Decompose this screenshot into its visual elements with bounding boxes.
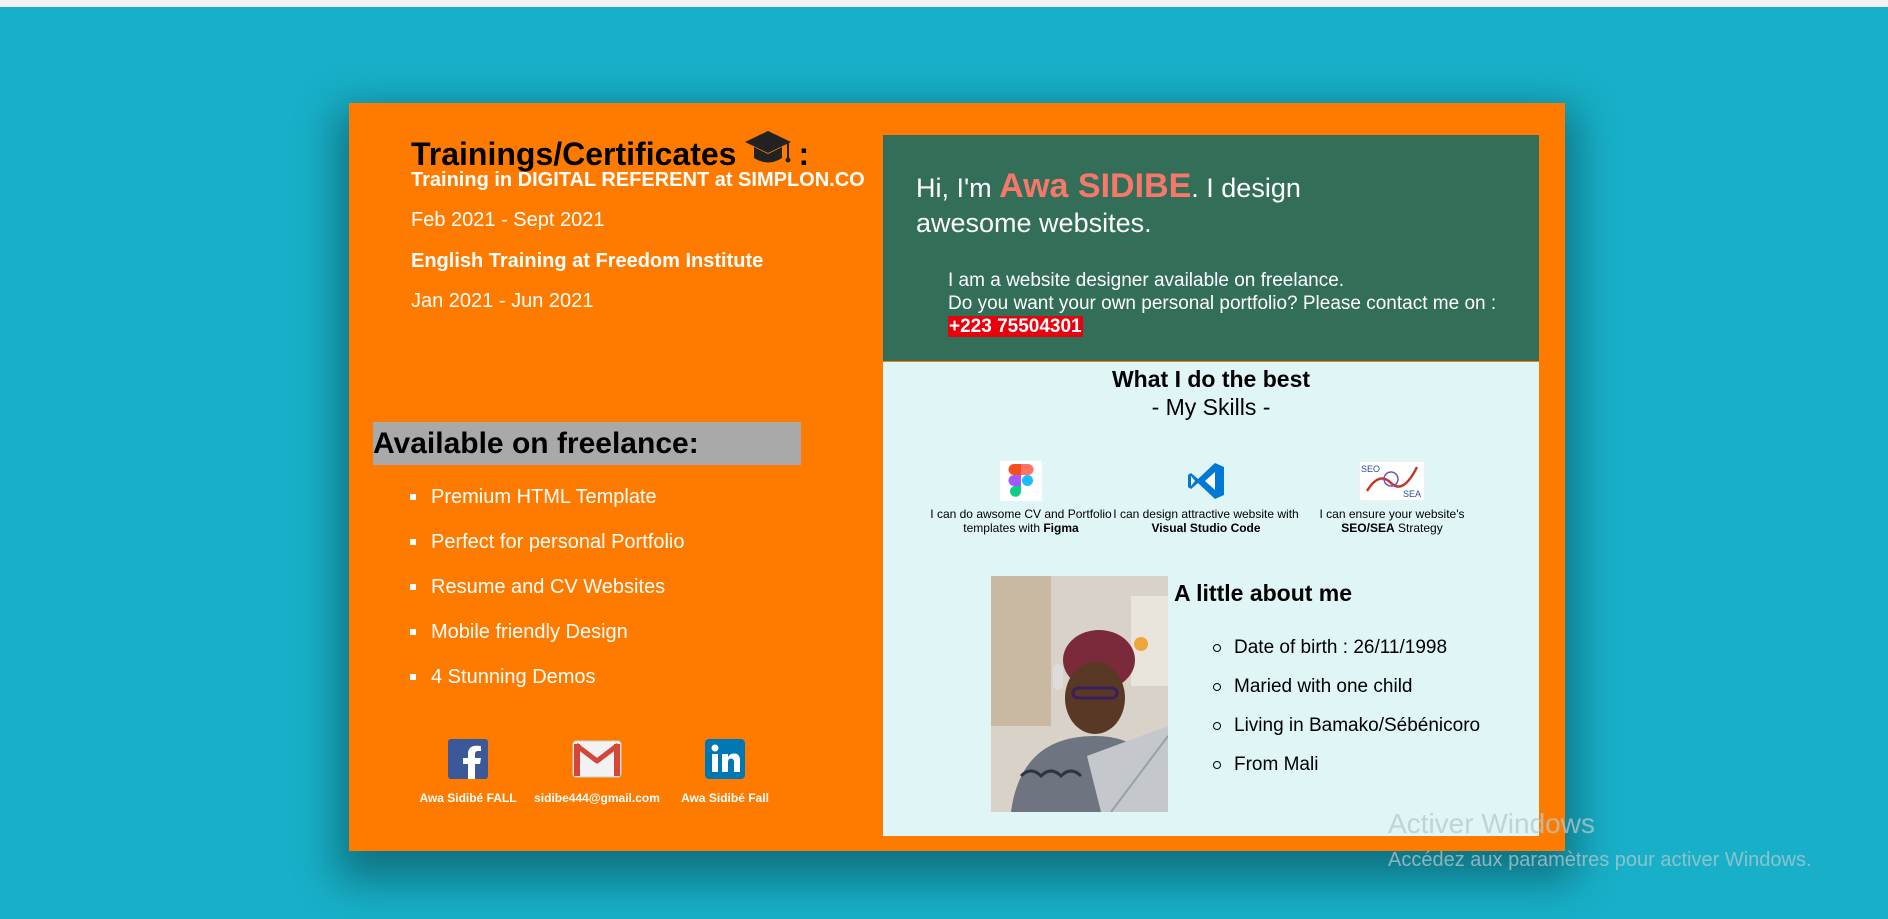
hero-panel: Hi, I'm Awa SIDIBE. I design awesome web… (883, 135, 1539, 361)
social-facebook-link[interactable]: Awa Sidibé FALL (398, 739, 538, 805)
list-item: From Mali (1213, 754, 1480, 793)
skills-title: What I do the best (1111, 366, 1311, 392)
about-title: A little about me (1174, 580, 1353, 606)
gmail-icon[interactable] (572, 739, 622, 779)
seo-sea-icon: SEO SEA (1359, 461, 1425, 501)
svg-text:SEO: SEO (1361, 464, 1380, 474)
list-item: Date of birth : 26/11/1998 (1213, 637, 1480, 676)
list-item: 4 Stunning Demos (409, 666, 684, 711)
bullet-square (410, 584, 416, 590)
portfolio-card: Trainings/Certificates : Training in DIG… (349, 103, 1565, 851)
training-2-date: Jan 2021 - Jun 2021 (411, 290, 594, 312)
bullet-circle (1213, 644, 1221, 652)
facebook-label[interactable]: Awa Sidibé FALL (398, 791, 538, 805)
trainings-heading: Trainings/Certificates : (411, 129, 809, 173)
linkedin-label[interactable]: Awa Sidibé Fall (655, 791, 795, 805)
bullet-circle (1213, 761, 1221, 769)
about-list: Date of birth : 26/11/1998 Maried with o… (1213, 637, 1480, 793)
graduation-cap-icon (745, 131, 792, 163)
freelance-heading: Available on freelance: (373, 422, 801, 465)
profile-photo-illustration (991, 576, 1168, 812)
hero-heading: Hi, I'm Awa SIDIBE. I design awesome web… (916, 167, 1301, 239)
windows-activation-title: Activer Windows (1388, 808, 1595, 839)
social-linkedin-link[interactable]: Awa Sidibé Fall (655, 739, 795, 805)
bullet-circle (1213, 722, 1221, 730)
vscode-icon (1188, 463, 1224, 499)
list-item: Premium HTML Template (409, 486, 684, 531)
trainings-title: Trainings/Certificates (411, 136, 737, 172)
list-item: Perfect for personal Portfolio (409, 531, 684, 576)
profile-photo (991, 576, 1168, 812)
skill-seo: SEO SEA I can ensure your website's SEO/S… (1287, 461, 1497, 535)
svg-text:SEA: SEA (1403, 489, 1421, 499)
bullet-square (410, 674, 416, 680)
skill-vscode: I can design attractive website with Visu… (1101, 461, 1311, 535)
linkedin-icon[interactable] (705, 739, 745, 779)
training-1-date: Feb 2021 - Sept 2021 (411, 209, 605, 231)
skill-seo-caption: I can ensure your website's SEO/SEA Strat… (1319, 507, 1465, 535)
list-item: Maried with one child (1213, 676, 1480, 715)
hero-line-2: Do you want your own personal portfolio?… (948, 293, 1497, 314)
skills-panel: What I do the best - My Skills - I can d… (883, 362, 1539, 836)
training-1-title: Training in DIGITAL REFERENT at SIMPLON.… (411, 169, 865, 191)
skill-vscode-caption: I can design attractive website with Visu… (1113, 507, 1299, 535)
list-item: Mobile friendly Design (409, 621, 684, 666)
trainings-title-suffix: : (798, 136, 810, 172)
figma-icon (1000, 461, 1042, 501)
hero-description: I am a website designer available on fre… (948, 269, 1496, 338)
skill-figma-caption: I can do awsome CV and Portfolio templat… (930, 507, 1112, 535)
skill-figma: I can do awsome CV and Portfolio templat… (916, 461, 1126, 535)
windows-activation-text: Accédez aux paramètres pour activer Wind… (1388, 849, 1812, 871)
list-item: Resume and CV Websites (409, 576, 684, 621)
hero-name: Awa SIDIBE (999, 167, 1192, 205)
bullet-square (410, 539, 416, 545)
hero-line-1: I am a website designer available on fre… (948, 270, 1345, 291)
training-2-title: English Training at Freedom Institute (411, 250, 764, 272)
bullet-circle (1213, 683, 1221, 691)
gmail-label[interactable]: sidibe444@gmail.com (527, 791, 667, 805)
list-item: Living in Bamako/Sébénicoro (1213, 715, 1480, 754)
phone-number[interactable]: +223 75504301 (948, 316, 1083, 337)
skills-subtitle: - My Skills - (1151, 394, 1271, 420)
bullet-square (410, 629, 416, 635)
social-gmail-link[interactable]: sidibe444@gmail.com (527, 739, 667, 805)
browser-top-strip (0, 0, 1888, 7)
bullet-square (410, 494, 416, 500)
freelance-list: Premium HTML Template Perfect for person… (409, 486, 684, 711)
facebook-icon[interactable] (448, 739, 488, 779)
